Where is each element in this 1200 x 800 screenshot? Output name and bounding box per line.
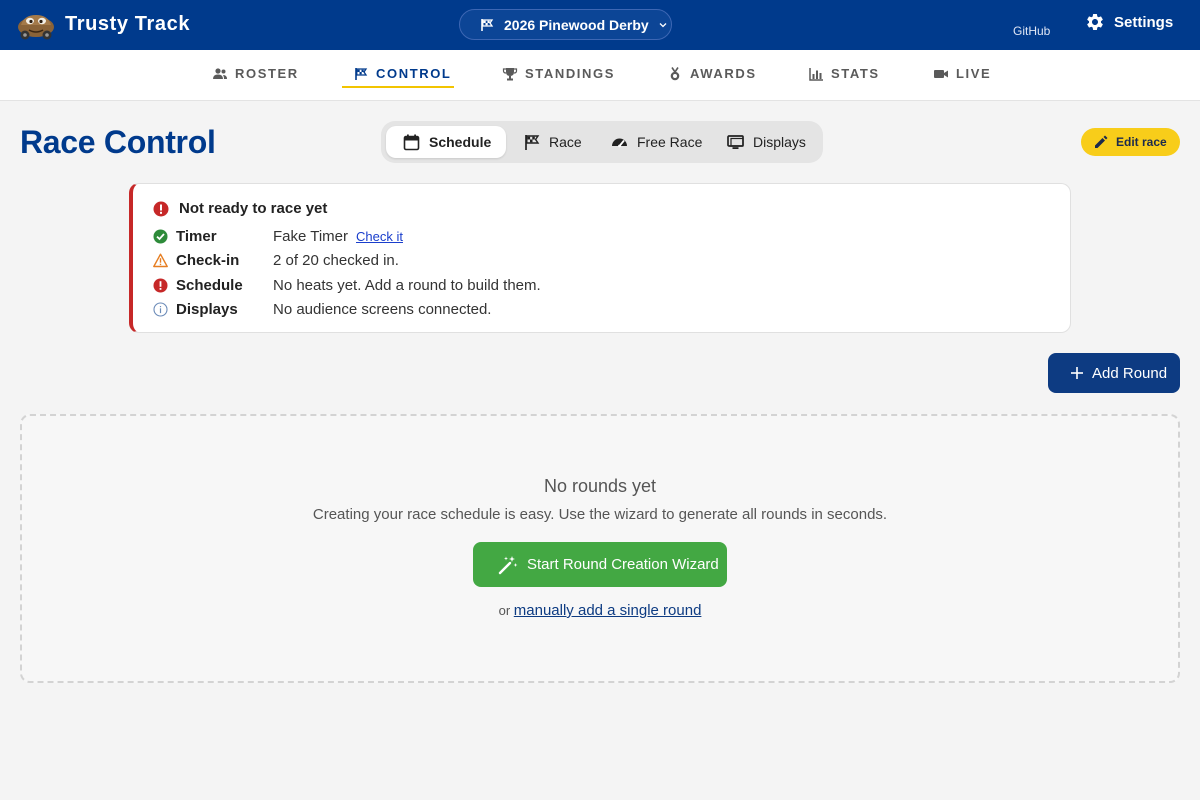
main-nav: ROSTER CONTROL STANDINGS AWARDS STATS LI… xyxy=(0,50,1200,101)
app-title[interactable]: Trusty Track xyxy=(65,13,190,36)
check-row-schedule: Schedule No heats yet. Add a round to bu… xyxy=(153,277,541,294)
check-row-timer: Timer Fake Timer Check it xyxy=(153,228,403,245)
nav-item-stats[interactable]: STATS xyxy=(808,66,880,81)
check-name: Check-in xyxy=(176,252,240,269)
tab-label: Race xyxy=(549,134,582,150)
race-selector[interactable]: 2026 Pinewood Derby xyxy=(459,9,672,40)
nav-label: STATS xyxy=(831,66,880,81)
nav-item-control[interactable]: CONTROL xyxy=(353,66,451,81)
nav-label: LIVE xyxy=(956,66,992,81)
settings-button[interactable]: Settings xyxy=(1085,12,1173,32)
check-name: Schedule xyxy=(176,277,243,294)
tab-schedule[interactable]: Schedule xyxy=(386,126,506,158)
or-text: or xyxy=(498,603,511,618)
pencil-icon xyxy=(1095,135,1108,148)
check-value: No audience screens connected. xyxy=(273,301,492,318)
people-icon xyxy=(213,67,227,79)
nav-item-roster[interactable]: ROSTER xyxy=(212,66,299,81)
calendar-icon xyxy=(403,134,420,150)
readiness-card: Not ready to race yet Timer Fake Timer C… xyxy=(129,183,1071,333)
manual-add-round-link[interactable]: manually add a single round xyxy=(514,602,702,619)
nav-item-awards[interactable]: AWARDS xyxy=(667,66,757,81)
github-link[interactable]: GitHub xyxy=(1013,24,1050,38)
gear-icon xyxy=(1087,13,1103,30)
empty-title: No rounds yet xyxy=(543,476,657,496)
tab-label: Displays xyxy=(753,134,806,150)
readiness-heading: Not ready to race yet xyxy=(153,200,327,217)
check-row-checkin: Check-in 2 of 20 checked in. xyxy=(153,252,399,269)
check-row-displays: Displays No audience screens connected. xyxy=(153,301,491,318)
add-round-label: Add Round xyxy=(1092,364,1168,382)
start-wizard-button[interactable]: Start Round Creation Wizard xyxy=(473,542,727,587)
add-round-button[interactable]: Add Round xyxy=(1048,353,1180,393)
flag-icon xyxy=(525,134,540,150)
edit-race-button[interactable]: Edit race xyxy=(1081,128,1180,156)
nav-label: AWARDS xyxy=(690,66,757,81)
check-name: Timer xyxy=(176,228,217,245)
tab-label: Schedule xyxy=(429,134,492,150)
view-switcher: Schedule Race Free Race Displays xyxy=(381,121,823,163)
check-circle-icon xyxy=(153,229,168,244)
check-value: No heats yet. Add a round to build them. xyxy=(273,277,541,294)
nav-label: CONTROL xyxy=(376,66,452,81)
readiness-heading-text: Not ready to race yet xyxy=(179,200,328,217)
manual-add-row: or manually add a single round xyxy=(22,602,1178,619)
check-timer-link[interactable]: Check it xyxy=(356,229,403,244)
video-camera-icon xyxy=(934,69,948,78)
flag-icon xyxy=(355,67,368,80)
info-icon xyxy=(153,302,168,317)
settings-label: Settings xyxy=(1114,13,1174,31)
warning-icon xyxy=(153,253,168,268)
start-wizard-label: Start Round Creation Wizard xyxy=(527,556,719,573)
empty-rounds-panel: No rounds yet Creating your race schedul… xyxy=(20,414,1180,683)
error-icon xyxy=(153,278,168,293)
nav-label: ROSTER xyxy=(235,66,299,81)
plus-icon xyxy=(1071,367,1083,379)
top-bar: Trusty Track 2026 Pinewood Derby GitHub … xyxy=(0,0,1200,50)
error-icon xyxy=(153,201,169,216)
tab-displays[interactable]: Displays xyxy=(727,126,806,158)
edit-race-label: Edit race xyxy=(1116,135,1167,149)
empty-subtitle: Creating your race schedule is easy. Use… xyxy=(312,506,888,523)
check-name: Displays xyxy=(176,301,238,318)
chevron-down-icon xyxy=(659,22,667,27)
flag-icon xyxy=(481,18,494,31)
tab-label: Free Race xyxy=(637,134,703,150)
page-title: Race Control xyxy=(20,124,216,160)
race-selector-label: 2026 Pinewood Derby xyxy=(504,16,649,33)
check-value: Fake Timer xyxy=(273,228,349,245)
monitor-icon xyxy=(727,134,744,149)
nav-label: STANDINGS xyxy=(525,66,615,81)
car-logo-icon[interactable] xyxy=(16,9,56,41)
active-tab-indicator xyxy=(342,86,454,88)
medal-icon xyxy=(670,66,680,80)
trophy-icon xyxy=(502,67,518,80)
magic-wand-icon xyxy=(498,555,518,574)
nav-item-live[interactable]: LIVE xyxy=(933,66,991,81)
bar-chart-icon xyxy=(809,67,823,81)
tab-free-race[interactable]: Free Race xyxy=(611,126,702,158)
check-value: 2 of 20 checked in. xyxy=(273,252,399,269)
speedometer-icon xyxy=(612,138,627,147)
nav-item-standings[interactable]: STANDINGS xyxy=(502,66,615,81)
tab-race[interactable]: Race xyxy=(523,126,582,158)
